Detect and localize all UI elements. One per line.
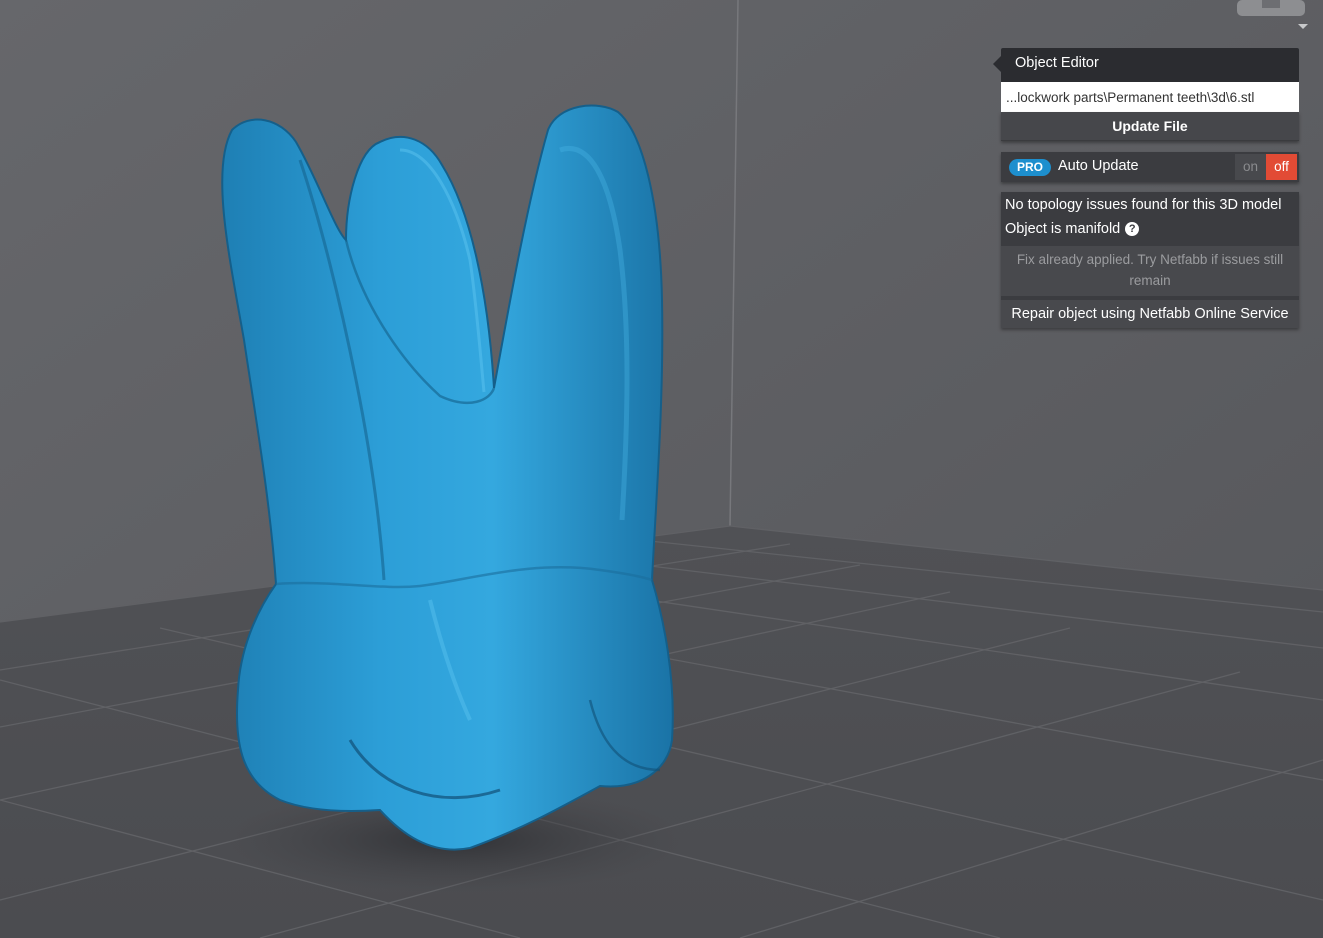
- toggle-on-option[interactable]: on: [1235, 154, 1266, 180]
- tooth-model[interactable]: [221, 104, 674, 851]
- question-circle-icon[interactable]: ?: [1125, 222, 1140, 236]
- topology-section: No topology issues found for this 3D mod…: [1001, 192, 1299, 328]
- pro-badge: PRO: [1009, 159, 1052, 176]
- manifold-label: Object is manifold: [1005, 221, 1121, 237]
- object-editor-title: Object Editor: [1001, 48, 1299, 82]
- fix-applied-note: Fix already applied. Try Netfabb if issu…: [1001, 246, 1299, 296]
- manifold-status: Object is manifold?: [1001, 216, 1299, 240]
- object-editor-panel: Object Editor Update File PRO Auto Updat…: [993, 48, 1299, 328]
- panel-pointer: [993, 56, 1001, 72]
- file-path-input[interactable]: [1001, 82, 1299, 112]
- update-file-button[interactable]: Update File: [1001, 112, 1299, 141]
- topology-status: No topology issues found for this 3D mod…: [1005, 197, 1282, 213]
- toggle-off-option[interactable]: off: [1266, 154, 1297, 180]
- view-cube-face: [1262, 0, 1280, 8]
- auto-update-label: Auto Update: [1058, 158, 1139, 174]
- auto-update-toggle[interactable]: on off: [1235, 154, 1297, 180]
- repair-netfabb-button[interactable]: Repair object using Netfabb Online Servi…: [1001, 299, 1299, 328]
- auto-update-row: PRO Auto Update on off: [1001, 152, 1299, 182]
